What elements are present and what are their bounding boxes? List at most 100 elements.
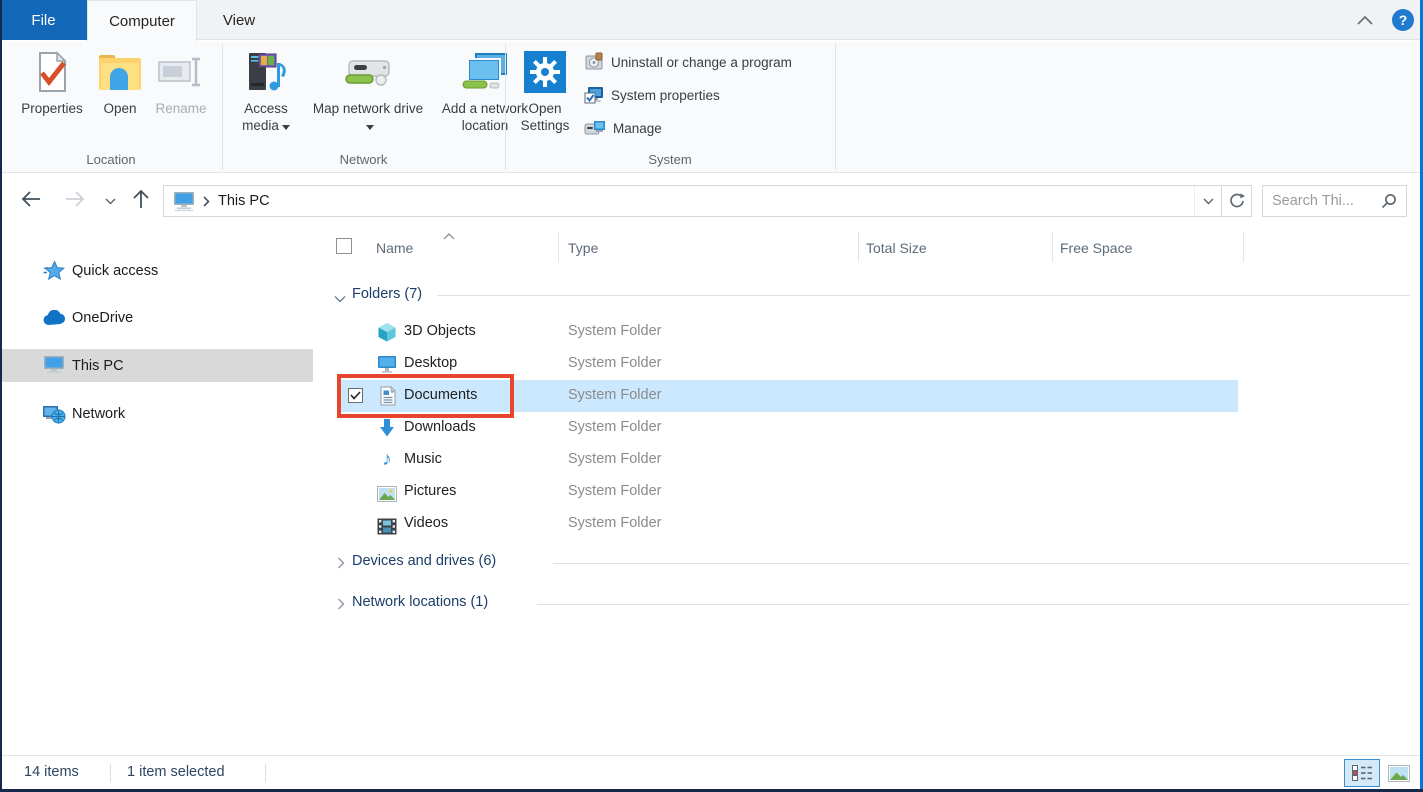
open-button[interactable]: Open — [92, 46, 148, 117]
access-media-label: Access media — [242, 101, 288, 133]
access-media-label-wrap: Access media — [226, 100, 306, 134]
properties-icon — [34, 46, 70, 98]
search-icon[interactable] — [1381, 193, 1397, 209]
sidebar-item-this-pc[interactable]: This PC — [2, 349, 313, 382]
search-input[interactable] — [1272, 193, 1381, 209]
network-group-label: Network — [222, 152, 505, 167]
group-header-network-locations[interactable]: Network locations (1) — [352, 594, 488, 610]
pictures-icon — [377, 484, 397, 504]
access-media-icon — [244, 46, 288, 98]
sidebar-item-quick-access[interactable]: Quick access — [0, 254, 317, 287]
help-button[interactable]: ? — [1392, 9, 1414, 31]
column-separator[interactable] — [558, 232, 559, 262]
forward-button[interactable] — [62, 186, 88, 212]
details-view-button[interactable] — [1344, 759, 1380, 787]
sidebar-label-network: Network — [72, 406, 125, 422]
system-properties-button[interactable]: System properties — [584, 83, 720, 107]
properties-button[interactable]: Properties — [16, 46, 88, 117]
recent-locations-button[interactable] — [100, 188, 120, 214]
breadcrumb-chevron-icon — [203, 196, 210, 207]
thumbnail-view-icon — [1388, 765, 1410, 782]
uninstall-program-button[interactable]: Uninstall or change a program — [584, 50, 792, 74]
sidebar-label-this-pc: This PC — [72, 358, 124, 374]
access-media-button[interactable]: Access media — [226, 46, 306, 134]
column-header-free-space[interactable]: Free Space — [1060, 240, 1132, 256]
window-border — [0, 0, 2, 792]
back-button[interactable] — [18, 186, 44, 212]
map-network-drive-label-wrap: Map network drive — [308, 100, 428, 134]
system-group-label: System — [505, 152, 835, 167]
documents-icon — [378, 386, 398, 406]
address-bar[interactable]: This PC — [163, 185, 1222, 217]
group-header-devices-and-drives[interactable]: Devices and drives (6) — [352, 553, 496, 569]
videos-icon — [377, 516, 397, 536]
refresh-button[interactable] — [1221, 185, 1252, 217]
rename-icon — [158, 46, 204, 98]
refresh-icon — [1229, 193, 1245, 209]
tab-view-label: View — [223, 12, 255, 29]
map-network-drive-button[interactable]: Map network drive — [308, 46, 428, 134]
details-view-icon — [1351, 764, 1373, 783]
open-settings-icon — [524, 46, 566, 98]
help-icon: ? — [1399, 12, 1408, 28]
open-settings-label: Open Settings — [512, 100, 578, 134]
chevron-up-icon — [1356, 15, 1374, 26]
open-label: Open — [103, 100, 136, 117]
tab-file[interactable]: File — [0, 0, 87, 40]
manage-button[interactable]: Manage — [584, 116, 662, 140]
open-folder-icon — [97, 46, 143, 98]
manage-label: Manage — [613, 121, 662, 136]
chevron-down-icon — [105, 198, 116, 205]
tab-view[interactable]: View — [197, 0, 281, 40]
sort-ascending-icon — [443, 227, 455, 245]
sidebar-item-onedrive[interactable]: OneDrive — [0, 301, 317, 334]
address-dropdown-button[interactable] — [1194, 186, 1221, 216]
file-explorer-window: File Computer View ? Properties Open Ren… — [0, 0, 1423, 792]
uninstall-program-label: Uninstall or change a program — [611, 55, 792, 70]
breadcrumb-this-pc[interactable]: This PC — [218, 193, 270, 209]
forward-arrow-icon — [64, 188, 86, 210]
properties-label: Properties — [21, 100, 83, 117]
select-all-checkbox[interactable] — [336, 238, 352, 254]
rename-label: Rename — [155, 100, 206, 117]
chevron-down-icon — [1203, 198, 1214, 205]
status-divider — [265, 764, 266, 782]
status-selected-count: 1 item selected — [127, 764, 225, 780]
music-icon: ♪ — [377, 450, 397, 470]
sidebar-item-network[interactable]: Network — [0, 397, 317, 430]
column-header-total-size[interactable]: Total Size — [866, 240, 927, 256]
back-arrow-icon — [20, 188, 42, 210]
up-arrow-icon — [130, 188, 152, 210]
column-separator[interactable] — [1243, 232, 1244, 262]
thumbnail-view-button[interactable] — [1384, 759, 1414, 787]
system-properties-label: System properties — [611, 88, 720, 103]
tab-computer[interactable]: Computer — [87, 0, 197, 41]
group-collapse-chevron-icon[interactable] — [334, 290, 346, 308]
column-header-type[interactable]: Type — [568, 240, 598, 256]
group-expand-chevron-icon[interactable] — [337, 597, 345, 615]
group-header-line — [553, 563, 1410, 564]
this-pc-icon — [42, 355, 66, 376]
quick-access-star-icon — [42, 260, 66, 282]
checkmark-icon — [350, 391, 361, 400]
column-separator[interactable] — [858, 232, 859, 262]
search-box — [1262, 185, 1407, 217]
minimize-ribbon-button[interactable] — [1356, 13, 1374, 31]
downloads-icon — [377, 418, 397, 438]
status-divider — [110, 764, 111, 782]
up-button[interactable] — [128, 186, 154, 212]
ribbon: Properties Open Rename Location Access m… — [0, 41, 1423, 173]
column-header-name[interactable]: Name — [376, 240, 413, 256]
ribbon-group-separator — [835, 44, 836, 170]
group-header-line — [537, 604, 1410, 605]
group-header-folders[interactable]: Folders (7) — [352, 286, 422, 302]
system-properties-icon — [584, 85, 604, 105]
documents-row-checkbox[interactable] — [348, 388, 363, 403]
open-settings-button[interactable]: Open Settings — [512, 46, 578, 134]
map-network-drive-label: Map network drive — [313, 101, 423, 116]
group-expand-chevron-icon[interactable] — [337, 556, 345, 574]
uninstall-program-icon — [584, 52, 604, 72]
desktop-icon — [377, 354, 397, 374]
column-separator[interactable] — [1052, 232, 1053, 262]
sidebar-label-quick-access: Quick access — [72, 263, 158, 279]
